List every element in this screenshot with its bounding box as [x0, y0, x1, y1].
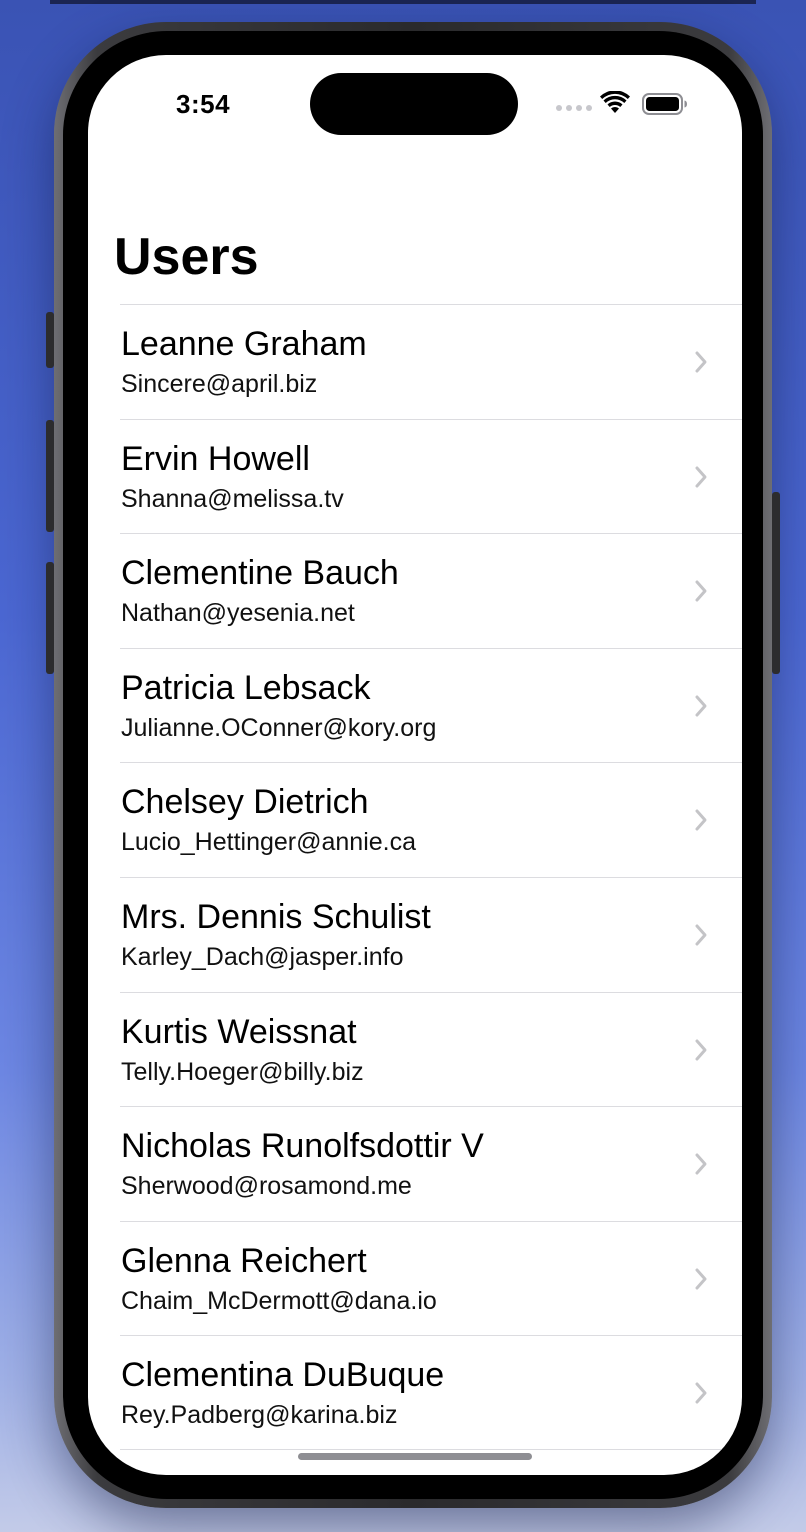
user-name: Leanne Graham [121, 325, 367, 363]
user-email: Chaim_McDermott@dana.io [121, 1286, 437, 1315]
phone-screen: 3:54 Users Leanne Graham Sincere@april.b… [88, 55, 742, 1475]
page-title: Users [114, 228, 259, 286]
chevron-right-icon [695, 1382, 707, 1404]
user-name: Clementina DuBuque [121, 1356, 445, 1395]
list-item[interactable]: Kurtis Weissnat Telly.Hoeger@billy.biz [120, 991, 742, 1107]
user-email: Karley_Dach@jasper.info [121, 942, 404, 971]
user-name: Nicholas Runolfsdottir V [121, 1127, 484, 1166]
user-name: Kurtis Weissnat [121, 1012, 357, 1051]
chevron-right-icon [695, 351, 707, 373]
list-item[interactable]: Nicholas Runolfsdottir V Sherwood@rosamo… [120, 1106, 742, 1221]
battery-icon [642, 93, 687, 115]
list-item[interactable]: Patricia Lebsack Julianne.OConner@kory.o… [120, 647, 742, 763]
chevron-right-icon [695, 924, 707, 946]
user-email: Telly.Hoeger@billy.biz [121, 1057, 364, 1086]
list-item[interactable]: Glenna Reichert Chaim_McDermott@dana.io [120, 1220, 742, 1336]
user-name: Mrs. Dennis Schulist [121, 897, 431, 936]
cellular-signal-icon [556, 105, 592, 111]
dynamic-island [310, 73, 518, 135]
list-item[interactable]: Mrs. Dennis Schulist Karley_Dach@jasper.… [120, 876, 742, 992]
user-email: Julianne.OConner@kory.org [121, 713, 437, 742]
chevron-right-icon [695, 809, 707, 831]
chevron-right-icon [695, 1153, 707, 1175]
list-item[interactable]: Leanne Graham Sincere@april.biz [120, 304, 742, 419]
chevron-right-icon [695, 580, 707, 602]
power-button [772, 492, 780, 674]
action-button [46, 312, 54, 368]
users-list: Leanne Graham Sincere@april.biz Ervin Ho… [120, 304, 742, 1450]
volume-down-button [46, 562, 54, 674]
list-item[interactable]: Chelsey Dietrich Lucio_Hettinger@annie.c… [120, 762, 742, 877]
chevron-right-icon [695, 1039, 707, 1061]
user-name: Ervin Howell [121, 439, 310, 478]
status-time: 3:54 [176, 89, 231, 119]
user-email: Sherwood@rosamond.me [121, 1172, 412, 1201]
user-name: Patricia Lebsack [121, 668, 371, 707]
chevron-right-icon [695, 695, 707, 717]
user-name: Glenna Reichert [121, 1241, 367, 1280]
user-email: Shanna@melissa.tv [121, 484, 344, 513]
user-email: Nathan@yesenia.net [121, 599, 355, 628]
user-name: Chelsey Dietrich [121, 783, 369, 822]
home-indicator[interactable] [298, 1453, 532, 1460]
window-top-edge [50, 0, 756, 4]
chevron-right-icon [695, 1268, 707, 1290]
volume-up-button [46, 420, 54, 532]
user-email: Sincere@april.biz [121, 370, 318, 398]
list-item[interactable]: Ervin Howell Shanna@melissa.tv [120, 418, 742, 534]
wifi-icon [600, 91, 630, 113]
list-item[interactable]: Clementina DuBuque Rey.Padberg@karina.bi… [120, 1335, 742, 1450]
user-name: Clementine Bauch [121, 554, 399, 593]
user-email: Rey.Padberg@karina.biz [121, 1401, 398, 1430]
user-email: Lucio_Hettinger@annie.ca [121, 828, 417, 857]
chevron-right-icon [695, 466, 707, 488]
list-item[interactable]: Clementine Bauch Nathan@yesenia.net [120, 533, 742, 648]
